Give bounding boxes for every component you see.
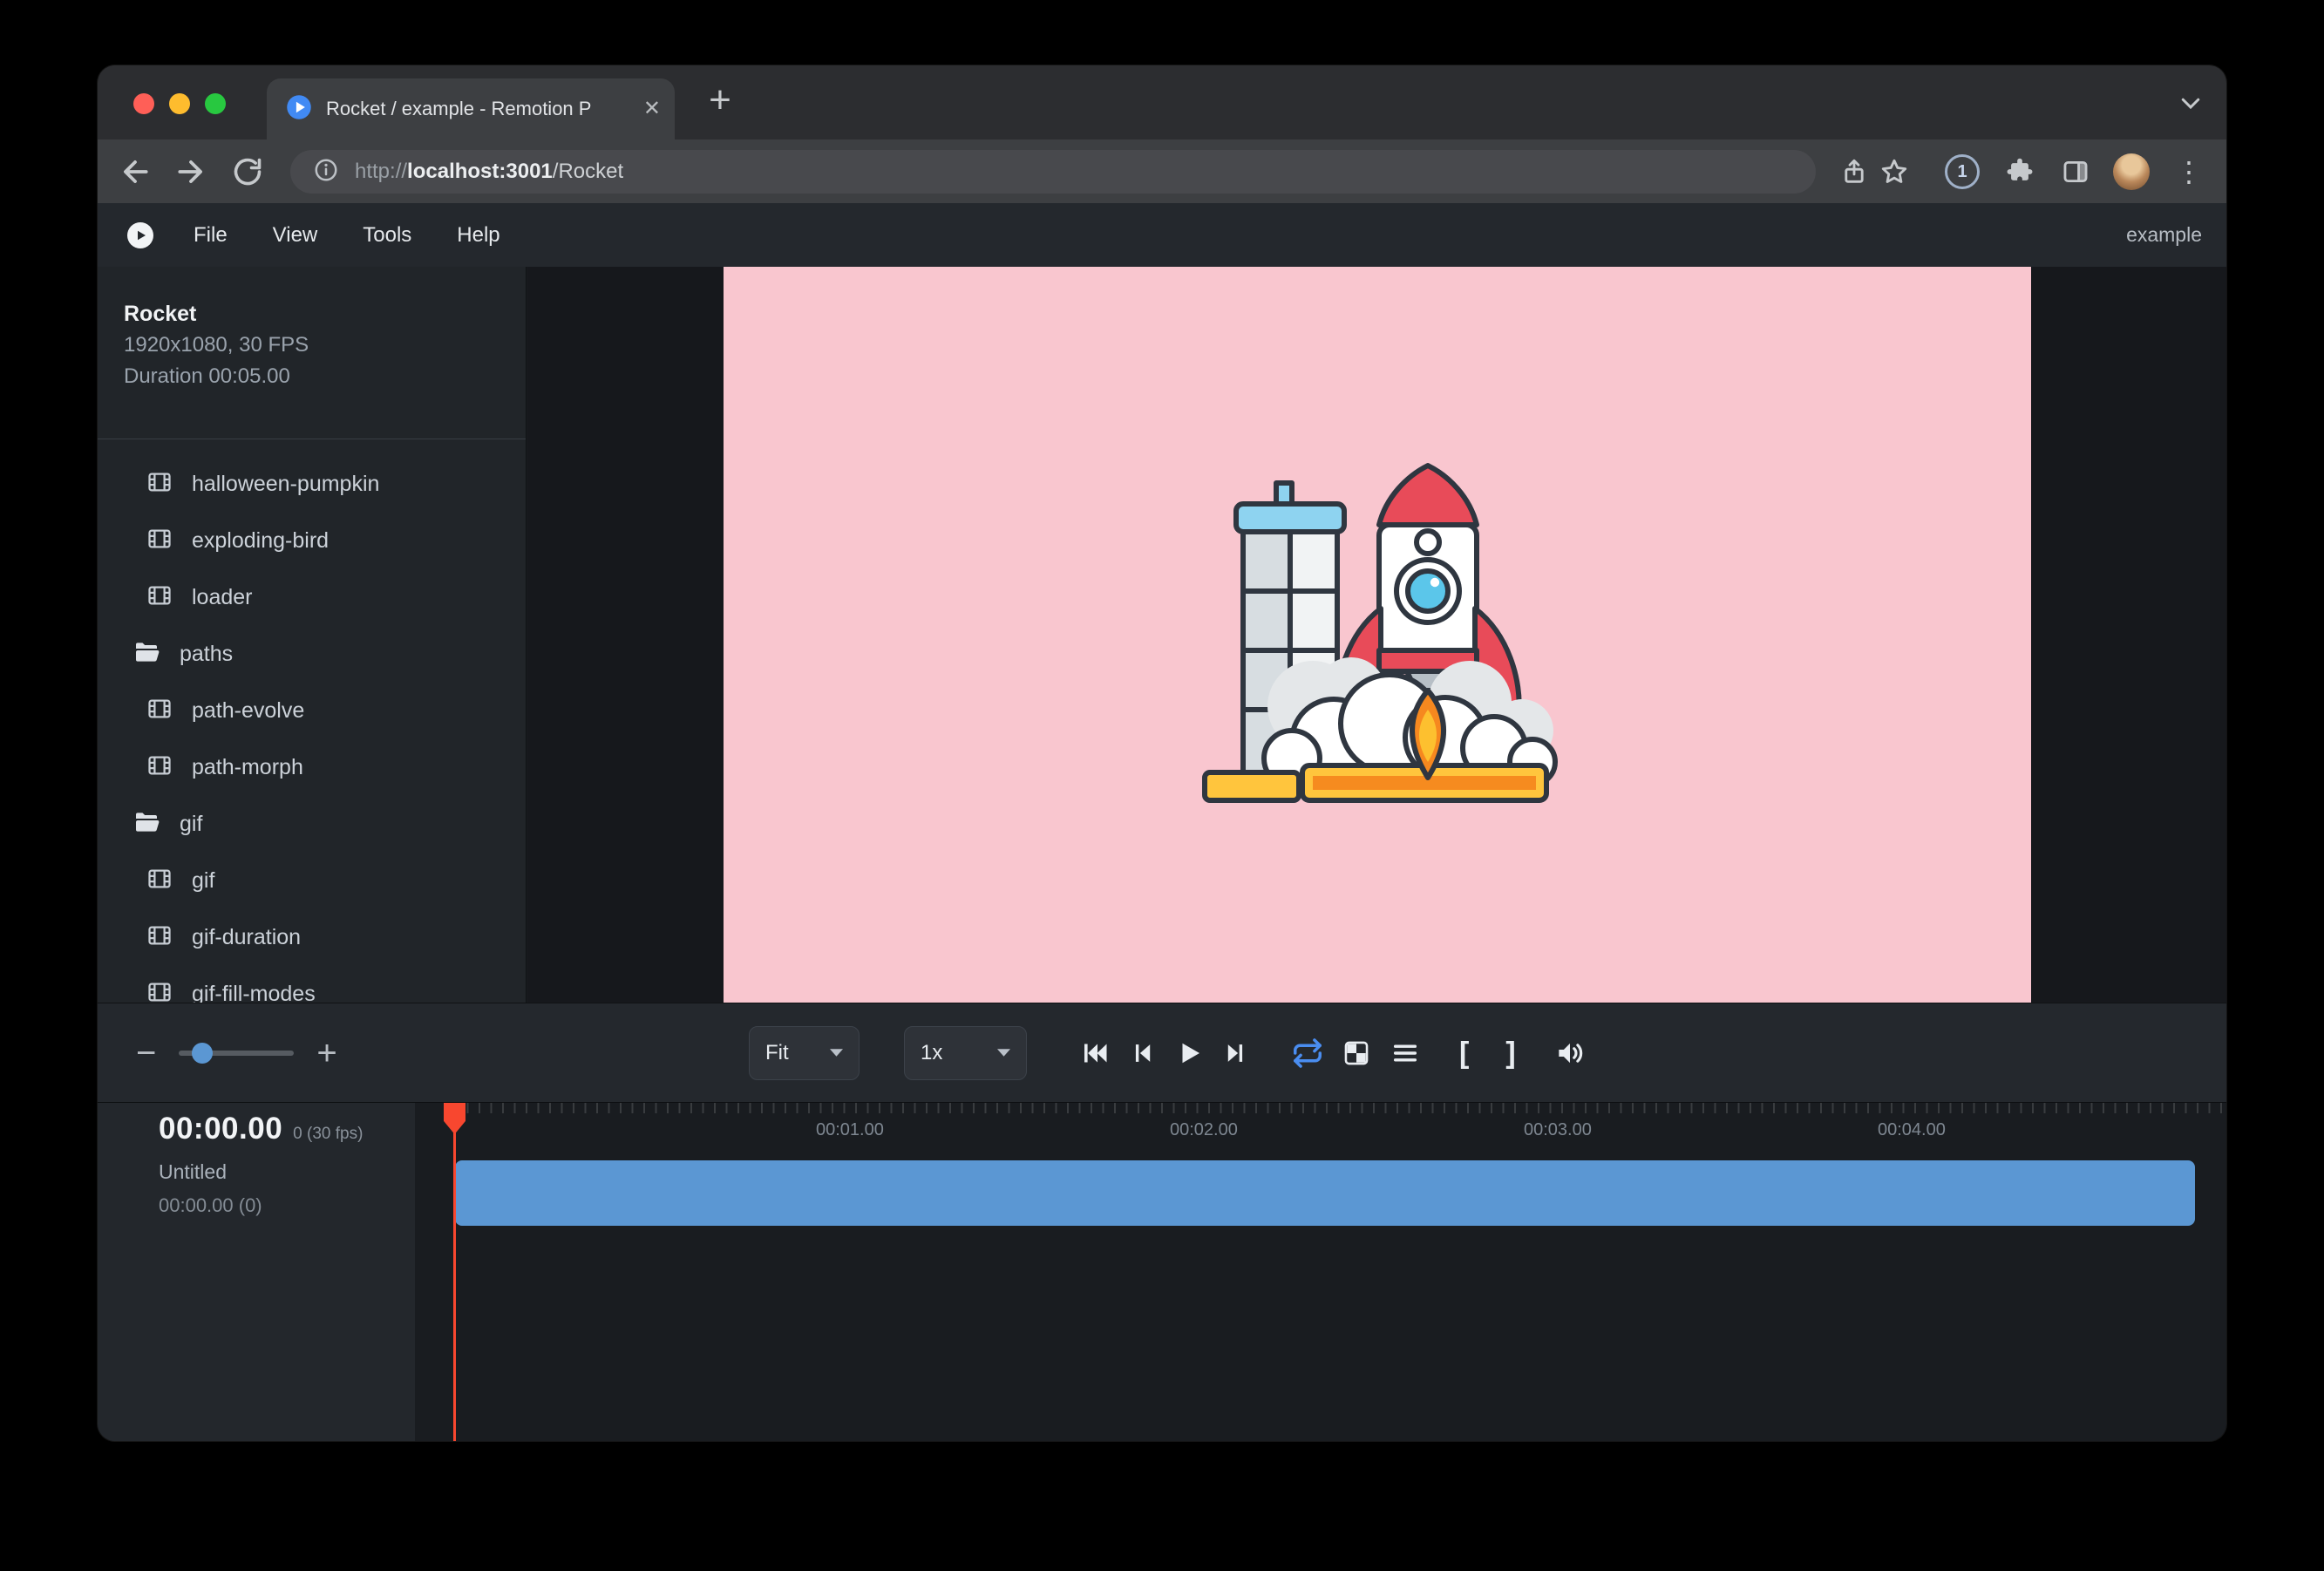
remotion-logo-icon[interactable] [127, 222, 153, 248]
chevron-down-icon [830, 1049, 843, 1057]
film-icon [146, 526, 173, 556]
tab-title: Rocket / example - Remotion P [326, 98, 629, 120]
side-panel-icon[interactable] [2057, 153, 2094, 190]
out-point-button[interactable]: ] [1505, 1038, 1515, 1068]
current-frame-label: 0 (30 fps) [293, 1125, 363, 1144]
in-point-button[interactable]: [ [1459, 1038, 1469, 1068]
film-icon [146, 979, 173, 1003]
folder-open-icon [133, 638, 160, 670]
folder-open-icon [133, 808, 160, 840]
bookmark-star-icon[interactable] [1876, 153, 1913, 190]
volume-button[interactable] [1553, 1036, 1587, 1071]
composition-list: halloween-pumpkin exploding-bird loader … [98, 456, 526, 1003]
sidebar-item-path-morph[interactable]: path-morph [98, 739, 526, 796]
zoom-slider-knob[interactable] [192, 1043, 213, 1064]
site-info-icon[interactable] [313, 157, 339, 187]
preview-canvas [724, 267, 2031, 1003]
zoom-in-button[interactable]: + [316, 1036, 336, 1071]
ruler-label: 00:01.00 [816, 1120, 884, 1140]
profile-avatar[interactable] [2113, 153, 2150, 190]
compositions-sidebar: Rocket 1920x1080, 30 FPS Duration 00:05.… [98, 267, 527, 1003]
film-icon [146, 696, 173, 726]
current-timecode: 00:00.00 [159, 1112, 282, 1146]
transparency-checkerboard-button[interactable] [1339, 1036, 1374, 1071]
reload-button[interactable] [229, 153, 266, 190]
timeline-info-panel: 00:00.00 0 (30 fps) Untitled 00:00.00 (0… [98, 1103, 415, 1441]
navigation-toolbar: http://localhost:3001/Rocket 1 ⋮ [98, 139, 2226, 203]
browser-tab[interactable]: Rocket / example - Remotion P ✕ [267, 78, 675, 139]
playhead-handle[interactable] [444, 1103, 465, 1134]
previous-frame-button[interactable] [1125, 1036, 1159, 1071]
minimize-window-button[interactable] [169, 93, 190, 114]
address-bar[interactable]: http://localhost:3001/Rocket [290, 150, 1816, 194]
chevron-down-icon [997, 1049, 1010, 1057]
sidebar-item-path-evolve[interactable]: path-evolve [98, 683, 526, 739]
film-icon [146, 469, 173, 500]
url-text: http://localhost:3001/Rocket [355, 160, 623, 184]
menu-help[interactable]: Help [457, 223, 499, 248]
timeline-track-bar[interactable] [455, 1160, 2195, 1226]
menu-view[interactable]: View [273, 223, 318, 248]
ruler-label: 00:03.00 [1524, 1120, 1592, 1140]
close-window-button[interactable] [133, 93, 154, 114]
back-button[interactable] [117, 153, 153, 190]
zoom-slider[interactable] [179, 1043, 294, 1064]
share-button[interactable] [1836, 153, 1872, 190]
main-area: Rocket 1920x1080, 30 FPS Duration 00:05.… [98, 267, 2226, 1003]
ruler-label: 00:02.00 [1170, 1120, 1238, 1140]
sidebar-item-gif[interactable]: gif [98, 853, 526, 909]
playback-rate-select[interactable]: 1x [904, 1026, 1027, 1080]
ruler-label: 00:04.00 [1878, 1120, 1946, 1140]
timeline: 00:00.00 0 (30 fps) Untitled 00:00.00 (0… [98, 1103, 2226, 1441]
sidebar-item-gif-duration[interactable]: gif-duration [98, 909, 526, 966]
browser-window: Rocket / example - Remotion P ✕ + http:/… [98, 65, 2226, 1441]
zoom-out-button[interactable]: − [136, 1036, 156, 1071]
tab-strip: Rocket / example - Remotion P ✕ + [98, 65, 2226, 139]
composition-duration: Duration 00:05.00 [124, 361, 309, 392]
next-frame-button[interactable] [1219, 1036, 1254, 1071]
composition-name: Rocket [124, 298, 309, 330]
project-name-label: example [2126, 223, 2202, 247]
timeline-ruler-ticks [455, 1103, 2226, 1113]
film-icon [146, 582, 173, 613]
composition-info: Rocket 1920x1080, 30 FPS Duration 00:05.… [124, 298, 309, 392]
menu-tools[interactable]: Tools [363, 223, 411, 248]
tab-close-icon[interactable]: ✕ [643, 99, 661, 119]
track-meta: 00:00.00 (0) [159, 1194, 415, 1217]
sidebar-folder-gif[interactable]: gif [98, 796, 526, 853]
track-name: Untitled [159, 1160, 415, 1184]
play-button[interactable] [1172, 1036, 1206, 1071]
extensions-puzzle-icon[interactable] [2001, 153, 2038, 190]
sidebar-item-exploding-bird[interactable]: exploding-bird [98, 513, 526, 569]
sidebar-folder-paths[interactable]: paths [98, 626, 526, 683]
film-icon [146, 922, 173, 953]
film-icon [146, 866, 173, 896]
tab-search-chevron-icon[interactable] [2178, 90, 2204, 120]
film-icon [146, 752, 173, 783]
remotion-favicon-icon [286, 94, 312, 125]
zoom-window-button[interactable] [205, 93, 226, 114]
sidebar-item-gif-fill-modes[interactable]: gif-fill-modes [98, 966, 526, 1003]
size-select[interactable]: Fit [749, 1026, 860, 1080]
rocket-illustration [724, 267, 2031, 1003]
timeline-rows-button[interactable] [1388, 1036, 1423, 1071]
playback-controls: − + Fit 1x [98, 1003, 2226, 1103]
window-controls [133, 93, 226, 114]
new-tab-button[interactable]: + [699, 79, 741, 121]
jump-to-start-button[interactable] [1077, 1036, 1112, 1071]
forward-button[interactable] [173, 153, 209, 190]
playhead-line[interactable] [453, 1103, 456, 1441]
password-extension-icon[interactable]: 1 [1944, 153, 1981, 190]
loop-toggle-button[interactable] [1290, 1036, 1325, 1071]
timeline-zoom-controls: − + [136, 1003, 337, 1102]
composition-specs: 1920x1080, 30 FPS [124, 330, 309, 361]
timeline-tracks[interactable]: 00:01.00 00:02.00 00:03.00 00:04.00 [415, 1103, 2226, 1441]
menu-file[interactable]: File [194, 223, 228, 248]
remotion-menubar: File View Tools Help example [98, 203, 2226, 267]
preview-area [527, 267, 2226, 1003]
browser-menu-icon[interactable]: ⋮ [2171, 153, 2207, 190]
sidebar-item-halloween-pumpkin[interactable]: halloween-pumpkin [98, 456, 526, 513]
sidebar-item-loader[interactable]: loader [98, 569, 526, 626]
